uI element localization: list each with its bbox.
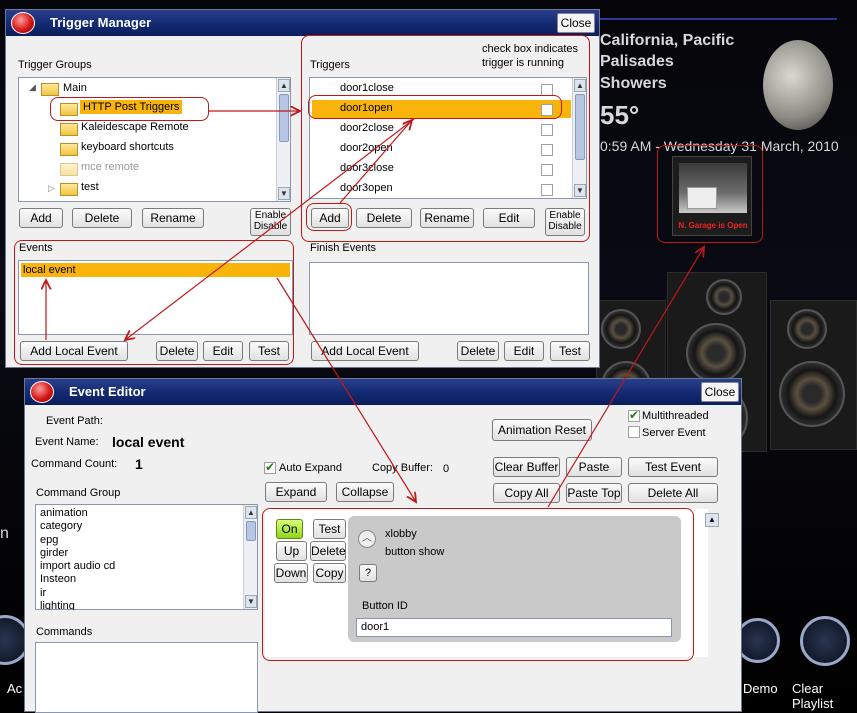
annotation-arrows xyxy=(0,0,857,508)
